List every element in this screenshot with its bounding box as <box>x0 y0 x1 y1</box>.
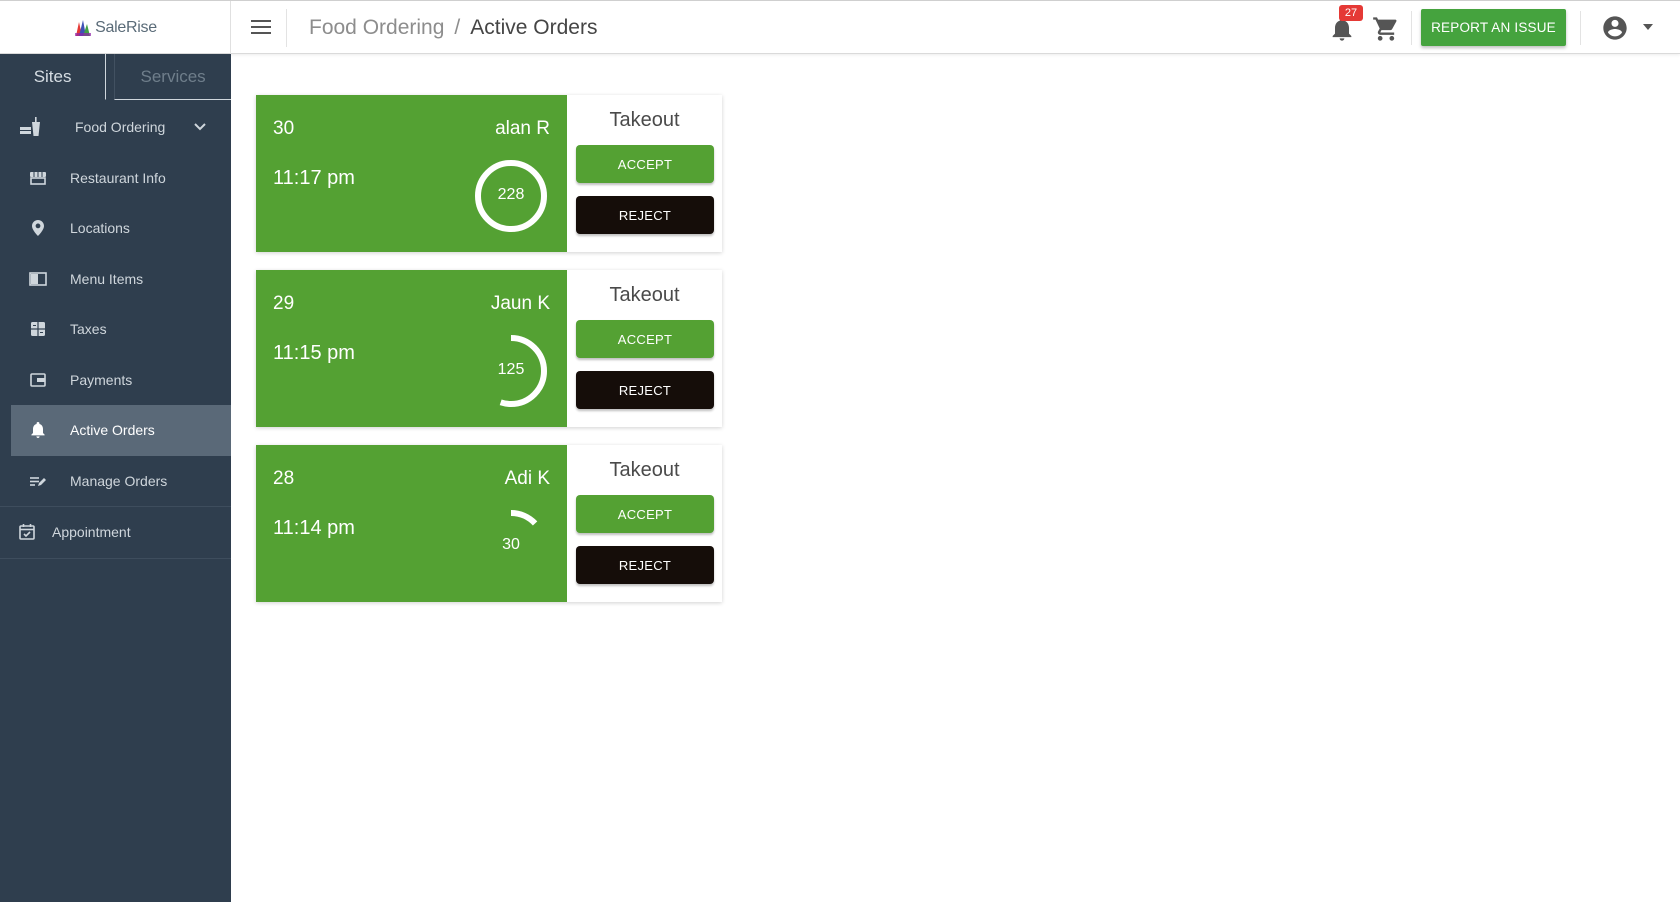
logo-text: SaleRise <box>95 18 157 36</box>
accept-button[interactable]: ACCEPT <box>576 145 714 183</box>
tab-sites[interactable]: Sites <box>0 54 107 100</box>
countdown-value: 125 <box>497 361 525 378</box>
order-actions: Takeout ACCEPT REJECT <box>567 270 722 427</box>
tab-services[interactable]: Services <box>114 54 231 100</box>
sidebar-item-payments[interactable]: Payments <box>0 355 231 406</box>
sidebar-item-label: Active Orders <box>70 422 155 439</box>
sidebar-item-label: Restaurant Info <box>70 169 166 186</box>
storefront-icon <box>30 171 46 185</box>
countdown-value: 30 <box>502 536 520 553</box>
sidebar-item-manage-orders[interactable]: Manage Orders <box>0 456 231 507</box>
order-summary[interactable]: 28 Adi K 11:14 pm 30 <box>256 445 567 602</box>
sidebar-tabs: Sites Services <box>0 54 231 100</box>
order-card: 29 Jaun K 11:15 pm 125 Takeout ACCEPT RE… <box>256 270 722 427</box>
top-bar: SaleRise Food Ordering / Active Orders 2… <box>0 0 1680 54</box>
order-card: 28 Adi K 11:14 pm 30 Takeout ACCEPT REJE… <box>256 445 722 602</box>
sidebar-item-label: Payments <box>70 371 133 388</box>
divider <box>0 557 231 559</box>
sidebar-item-active-orders[interactable]: Active Orders <box>11 405 231 456</box>
menu-book-icon <box>29 271 47 286</box>
reject-button[interactable]: REJECT <box>576 546 714 584</box>
breadcrumb-separator: / <box>454 16 461 39</box>
breadcrumb-parent[interactable]: Food Ordering <box>309 16 444 40</box>
order-card: 30 alan R 11:17 pm 228 Takeout ACCEPT RE… <box>256 95 722 252</box>
reject-button[interactable]: REJECT <box>576 196 714 234</box>
order-summary[interactable]: 30 alan R 11:17 pm 228 <box>256 95 567 252</box>
customer-name: Adi K <box>504 468 550 489</box>
sidebar-item-taxes[interactable]: Taxes <box>0 304 231 355</box>
logo[interactable]: SaleRise <box>73 18 157 38</box>
order-actions: Takeout ACCEPT REJECT <box>567 95 722 252</box>
calendar-check-icon <box>19 524 35 540</box>
sidebar: Sites Services Food Ordering Restaurant … <box>0 54 231 902</box>
reject-button[interactable]: REJECT <box>576 371 714 409</box>
customer-name: Jaun K <box>490 293 550 314</box>
divider <box>286 9 287 47</box>
order-time: 11:15 pm <box>273 342 355 364</box>
calculator-icon <box>31 322 45 336</box>
countdown-value: 228 <box>497 186 525 203</box>
divider <box>1411 11 1412 45</box>
sidebar-item-label: Appointment <box>52 524 131 541</box>
sidebar-item-locations[interactable]: Locations <box>0 203 231 254</box>
sidebar-item-menu-items[interactable]: Menu Items <box>0 254 231 305</box>
sidebar-item-label: Menu Items <box>70 270 144 287</box>
account-circle-icon[interactable] <box>1601 14 1629 42</box>
report-issue-button[interactable]: REPORT AN ISSUE <box>1421 9 1566 46</box>
order-type: Takeout <box>609 459 680 481</box>
order-number: 28 <box>273 468 295 489</box>
accept-button[interactable]: ACCEPT <box>576 320 714 358</box>
order-type: Takeout <box>609 109 680 131</box>
order-type: Takeout <box>609 284 680 306</box>
divider <box>1580 11 1581 45</box>
sidebar-item-label: Taxes <box>70 321 107 338</box>
shopping-cart-icon[interactable] <box>1372 15 1400 43</box>
fastfood-icon <box>20 117 40 136</box>
hamburger-menu-icon[interactable] <box>248 17 274 39</box>
location-pin-icon <box>32 220 44 236</box>
salerise-logo-icon <box>75 19 92 36</box>
bell-icon <box>31 422 45 438</box>
breadcrumb: Food Ordering / Active Orders <box>309 16 597 40</box>
sidebar-item-label: Food Ordering <box>75 119 166 136</box>
sidebar-nav: Food Ordering Restaurant Info Locations <box>0 102 231 559</box>
notification-badge: 27 <box>1339 5 1363 21</box>
order-number: 30 <box>273 118 295 139</box>
sidebar-item-label: Manage Orders <box>70 472 168 489</box>
order-time: 11:14 pm <box>273 517 355 539</box>
order-number: 29 <box>273 293 295 314</box>
chevron-down-icon[interactable] <box>193 120 207 134</box>
sidebar-item-label: Locations <box>70 220 130 237</box>
active-orders-list: 30 alan R 11:17 pm 228 Takeout ACCEPT RE… <box>256 95 722 620</box>
wallet-icon <box>30 372 46 387</box>
account-dropdown-caret-icon[interactable] <box>1643 24 1653 30</box>
sidebar-item-food-ordering[interactable]: Food Ordering <box>0 102 231 153</box>
order-summary[interactable]: 29 Jaun K 11:15 pm 125 <box>256 270 567 427</box>
order-time: 11:17 pm <box>273 167 355 189</box>
logo-area: SaleRise <box>0 1 231 54</box>
breadcrumb-current: Active Orders <box>470 16 598 39</box>
sidebar-item-restaurant-info[interactable]: Restaurant Info <box>0 153 231 204</box>
edit-list-icon <box>30 476 46 486</box>
accept-button[interactable]: ACCEPT <box>576 495 714 533</box>
order-actions: Takeout ACCEPT REJECT <box>567 445 722 602</box>
sidebar-item-appointment[interactable]: Appointment <box>0 507 231 558</box>
customer-name: alan R <box>495 118 550 139</box>
